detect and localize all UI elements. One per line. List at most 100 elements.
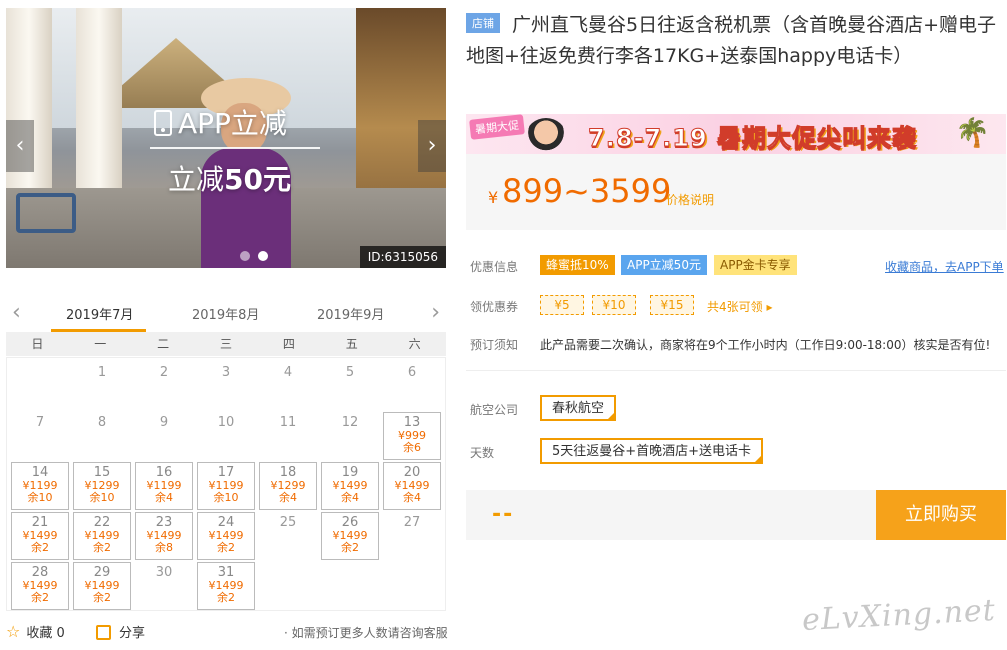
day-number: 2 xyxy=(159,365,169,380)
day-stock: 余2 xyxy=(93,591,111,604)
calendar-day-available[interactable]: 22 ¥1499 余2 xyxy=(73,512,131,560)
promo-badge-gold: APP金卡专享 xyxy=(714,255,797,275)
share-icon xyxy=(96,625,111,640)
day-number: 21 xyxy=(31,515,49,530)
day-number: 23 xyxy=(155,515,173,530)
calendar-day-available[interactable]: 14 ¥1199 余10 xyxy=(11,462,69,510)
carousel-next-button[interactable]: › xyxy=(418,120,446,172)
day-number: 14 xyxy=(31,465,49,480)
day-stock: 余4 xyxy=(341,491,359,504)
day-number: 31 xyxy=(217,565,235,580)
booking-notice: 此产品需要二次确认，商家将在9个工作小时内（工作日9:00-18:00）核实是否… xyxy=(540,338,991,352)
calendar-grid: 1 2 3 4 5 6 7 8 9 10 11 12 13 ¥999 余6 14 ¥1199 余10 15 ¥1299… xyxy=(6,357,446,611)
coupon-10[interactable]: ¥10 xyxy=(592,295,636,315)
day-number: 29 xyxy=(93,565,111,580)
day-stock: 余4 xyxy=(279,491,297,504)
day-number: 27 xyxy=(403,515,421,530)
day-stock: 余6 xyxy=(403,441,421,454)
promo-info-label: 优惠信息 xyxy=(470,260,519,274)
carousel-prev-button[interactable]: ‹ xyxy=(6,120,34,172)
palm-tree-icon: 🌴 xyxy=(955,116,990,149)
buy-now-button[interactable]: 立即购买 xyxy=(876,490,1006,540)
image-id-badge: ID:6315056 xyxy=(359,246,446,268)
airline-option[interactable]: 春秋航空 xyxy=(540,395,617,421)
product-image-carousel[interactable]: APP立减 立减50元 ‹ › ID:6315056 xyxy=(6,8,446,268)
calendar-day-available[interactable]: 15 ¥1299 余10 xyxy=(73,462,131,510)
days-option[interactable]: 5天往返曼谷+首晚酒店+送电话卡 xyxy=(540,438,764,464)
calendar-day: 5 xyxy=(321,362,379,410)
coupon-label: 领优惠券 xyxy=(470,300,519,314)
days-label: 天数 xyxy=(470,446,495,460)
day-stock: 余2 xyxy=(93,541,111,554)
banner-text: 7.8-7.19 暑期大促尖叫来袭 xyxy=(587,124,918,153)
calendar-day: 10 xyxy=(197,412,255,460)
calendar-day-available[interactable]: 19 ¥1499 余4 xyxy=(321,462,379,510)
day-stock: 余2 xyxy=(217,541,235,554)
day-number: 1 xyxy=(97,365,107,380)
calendar-day: 11 xyxy=(259,412,317,460)
carousel-dot-active[interactable] xyxy=(258,251,268,261)
tab-month-september[interactable]: 2019年9月 xyxy=(317,304,384,323)
notice-label: 预订须知 xyxy=(470,338,519,352)
day-number: 12 xyxy=(341,415,359,430)
coupon-more-link[interactable]: 共4张可领 ▸ xyxy=(707,298,772,315)
calendar-day-available[interactable]: 17 ¥1199 余10 xyxy=(197,462,255,510)
banner-tag: 暑期大促 xyxy=(469,114,525,140)
calendar-day-available[interactable]: 31 ¥1499 余2 xyxy=(197,562,255,610)
currency-symbol: ¥ xyxy=(488,188,499,207)
day-number: 6 xyxy=(407,365,417,380)
share-button[interactable]: 分享 xyxy=(96,622,145,641)
tab-month-july[interactable]: 2019年7月 xyxy=(66,304,133,323)
promo-banner[interactable]: 暑期大促 7.8-7.19 暑期大促尖叫来袭 🌴 xyxy=(466,114,1006,154)
temple-pillar xyxy=(76,8,122,198)
day-number: 18 xyxy=(279,465,297,480)
calendar-day: 8 xyxy=(73,412,131,460)
favorite-button[interactable]: ☆ 收藏 0 xyxy=(6,622,65,641)
calendar-day-available[interactable]: 16 ¥1199 余4 xyxy=(135,462,193,510)
day-stock: 余2 xyxy=(31,591,49,604)
carousel-dot[interactable] xyxy=(240,251,250,261)
day-number: 3 xyxy=(221,365,231,380)
day-stock: 余2 xyxy=(217,591,235,604)
day-number: 8 xyxy=(97,415,107,430)
day-number: 5 xyxy=(345,365,355,380)
calendar-day-available[interactable]: 24 ¥1499 余2 xyxy=(197,512,255,560)
day-number: 15 xyxy=(93,465,111,480)
price-explain-link[interactable]: 价格说明 xyxy=(666,191,714,208)
weekday-label: 一 xyxy=(94,337,107,351)
calendar-day-available[interactable]: 21 ¥1499 余2 xyxy=(11,512,69,560)
calendar-day: 30 xyxy=(135,562,193,610)
product-title: 广州直飞曼谷5日往返含税机票（含首晚曼谷酒店+赠电子地图+往返免费行李各17KG… xyxy=(466,14,997,67)
tab-month-august[interactable]: 2019年8月 xyxy=(192,304,259,323)
day-stock: 余4 xyxy=(403,491,421,504)
day-stock: 余4 xyxy=(155,491,173,504)
price-box: ¥ 899~3599 价格说明 xyxy=(466,154,1006,230)
calendar-month-tabs: ‹ 2019年7月 2019年8月 2019年9月 › xyxy=(6,296,446,332)
day-number: 22 xyxy=(93,515,111,530)
promo-badge-app: APP立减50元 xyxy=(621,255,707,275)
calendar-day-available[interactable]: 29 ¥1499 余2 xyxy=(73,562,131,610)
calendar-day: 7 xyxy=(11,412,69,460)
hero-divider xyxy=(150,147,320,149)
promo-badge-honey: 蜂蜜抵10% xyxy=(540,255,615,275)
calendar-day-available[interactable]: 23 ¥1499 余8 xyxy=(135,512,193,560)
day-number: 7 xyxy=(35,415,45,430)
calendar-day-available[interactable]: 18 ¥1299 余4 xyxy=(259,462,317,510)
calendar-day-available[interactable]: 13 ¥999 余6 xyxy=(383,412,441,460)
favorite-go-app-link[interactable]: 收藏商品，去APP下单 xyxy=(885,258,1004,275)
day-stock: 余2 xyxy=(341,541,359,554)
calendar-day-available[interactable]: 20 ¥1499 余4 xyxy=(383,462,441,510)
coupon-5[interactable]: ¥5 xyxy=(540,295,584,315)
calendar-prev-button[interactable]: ‹ xyxy=(12,300,21,325)
watermark: eLvXing.net xyxy=(801,592,997,639)
price-range: 899~3599 xyxy=(502,172,672,210)
calendar-day-available[interactable]: 28 ¥1499 余2 xyxy=(11,562,69,610)
day-number: 30 xyxy=(155,565,173,580)
calendar-day: 1 xyxy=(73,362,131,410)
calendar-day-available[interactable]: 26 ¥1499 余2 xyxy=(321,512,379,560)
coupon-15[interactable]: ¥15 xyxy=(650,295,694,315)
airline-label: 航空公司 xyxy=(470,403,519,417)
day-number: 24 xyxy=(217,515,235,530)
calendar-next-button[interactable]: › xyxy=(431,300,440,325)
favorite-count: 0 xyxy=(56,626,65,641)
